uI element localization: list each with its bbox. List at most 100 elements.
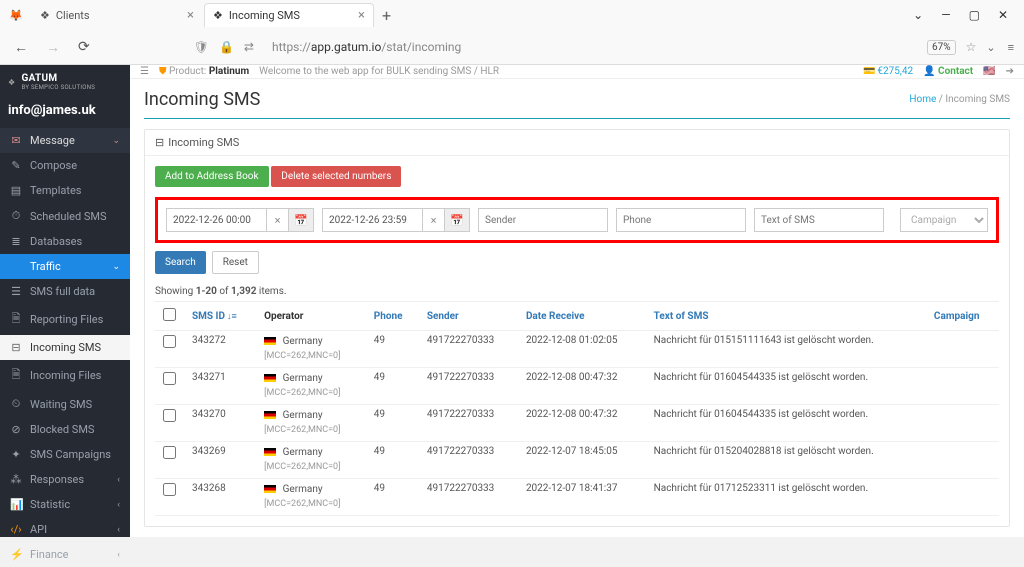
close-window-icon[interactable]: ✕	[998, 8, 1008, 22]
col-date[interactable]: Date Receive	[518, 302, 646, 331]
permissions-icon[interactable]: ⇄	[244, 40, 254, 54]
sidebar-finance[interactable]: ⚡Finance‹	[0, 542, 130, 567]
clear-icon[interactable]: ×	[266, 208, 288, 232]
date-to-input[interactable]	[322, 208, 422, 232]
sidebar-incoming-sms[interactable]: ⊟Incoming SMS	[0, 335, 130, 360]
sidebar-databases[interactable]: ≣Databases	[0, 229, 130, 254]
cell-sender: 491722270333	[419, 442, 518, 479]
flag-de-icon	[264, 337, 276, 345]
select-all-checkbox[interactable]	[163, 308, 176, 321]
back-button[interactable]: ←	[10, 37, 32, 58]
main-content: ☰ ⛊ Product: Platinum Welcome to the web…	[130, 65, 1024, 537]
sidebar-waiting[interactable]: ⏲Waiting SMS	[0, 391, 130, 417]
breadcrumb-home[interactable]: Home	[909, 94, 936, 105]
close-icon[interactable]: ×	[358, 8, 365, 23]
menu-toggle-icon[interactable]: ☰	[140, 66, 149, 77]
new-tab-button[interactable]: +	[376, 6, 397, 25]
maximize-icon[interactable]: ▢	[969, 8, 980, 22]
language-flag-icon[interactable]: 🇺🇸	[983, 66, 995, 77]
sidebar-compose[interactable]: ✎Compose	[0, 153, 130, 178]
cell-phone: 49	[366, 479, 419, 516]
calendar-icon[interactable]: 📅	[444, 208, 470, 232]
bookmark-icon[interactable]: ☆	[966, 40, 977, 54]
shield-icon[interactable]: 🛡	[194, 40, 209, 54]
balance[interactable]: €275,42	[863, 66, 913, 77]
sender-input[interactable]	[478, 208, 608, 232]
sidebar-api[interactable]: ‹/›API‹	[0, 517, 130, 542]
phone-input[interactable]	[616, 208, 746, 232]
delete-selected-button[interactable]: Delete selected numbers	[271, 166, 401, 187]
row-checkbox[interactable]	[163, 372, 176, 385]
sidebar-incoming-files[interactable]: 🗎Incoming Files	[0, 360, 130, 391]
address-bar[interactable]: https://app.gatum.io/stat/incoming	[264, 34, 917, 60]
file-icon: 🗎	[10, 366, 22, 385]
contact-link[interactable]: 👤 Contact	[923, 66, 973, 77]
table-header-row: SMS ID↓≡ Operator Phone Sender Date Rece…	[155, 302, 999, 331]
tab-clients[interactable]: ❖ Clients ×	[32, 4, 202, 27]
col-campaign[interactable]: Campaign	[926, 302, 999, 331]
cell-date: 2022-12-07 18:41:37	[518, 479, 646, 516]
row-checkbox[interactable]	[163, 409, 176, 422]
tab-incoming-sms[interactable]: ❖ Incoming SMS ×	[204, 3, 374, 27]
reload-button[interactable]: ⟳	[74, 37, 94, 57]
close-icon[interactable]: ×	[187, 8, 194, 23]
reset-button[interactable]: Reset	[212, 251, 259, 274]
cell-operator: Germany[MCC=262,MNC=0]	[256, 405, 366, 442]
menu-icon[interactable]: ≡	[1008, 41, 1014, 54]
sidebar-responses[interactable]: ⁂Responses‹	[0, 467, 130, 492]
logout-icon[interactable]: ➔	[1006, 66, 1014, 77]
cell-text: Nachricht für 01712523311 ist gelöscht w…	[646, 479, 926, 516]
zoom-indicator[interactable]: 67%	[927, 40, 956, 55]
cell-date: 2022-12-07 18:45:05	[518, 442, 646, 479]
cell-campaign	[926, 331, 999, 368]
file-icon: 🗎	[10, 310, 22, 329]
sidebar-scheduled[interactable]: ⏱Scheduled SMS	[0, 203, 130, 229]
col-text[interactable]: Text of SMS	[646, 302, 926, 331]
chevron-down-icon: ⌄	[112, 136, 120, 146]
product-label: ⛊ Product: Platinum	[159, 66, 249, 77]
row-checkbox[interactable]	[163, 335, 176, 348]
row-checkbox[interactable]	[163, 446, 176, 459]
clock-icon: ⏱	[10, 209, 22, 223]
sidebar-sms-full[interactable]: ☰SMS full data	[0, 279, 130, 304]
sidebar-blocked[interactable]: ⊘Blocked SMS	[0, 417, 130, 442]
clear-icon[interactable]: ×	[422, 208, 444, 232]
col-smsid[interactable]: SMS ID↓≡	[184, 302, 256, 331]
minimize-icon[interactable]: —	[941, 8, 950, 22]
pocket-icon[interactable]: ⌄	[986, 41, 995, 54]
results-summary: Showing 1-20 of 1,392 items.	[155, 282, 999, 301]
inbox-icon: ⊟	[10, 341, 22, 354]
col-phone[interactable]: Phone	[366, 302, 419, 331]
responses-icon: ⁂	[10, 473, 22, 486]
sidebar-message[interactable]: ✉ Message ⌄	[0, 128, 130, 153]
col-sender[interactable]: Sender	[419, 302, 518, 331]
campaign-select[interactable]: Campaign	[900, 208, 988, 232]
firefox-icon: 🦊	[6, 5, 26, 25]
chevron-left-icon: ‹	[117, 500, 120, 510]
cell-smsid: 343270	[184, 405, 256, 442]
text-input[interactable]	[754, 208, 884, 232]
forward-button[interactable]: →	[42, 37, 64, 58]
cell-text: Nachricht für 01604544335 ist gelöscht w…	[646, 405, 926, 442]
sidebar-traffic[interactable]: Traffic ⌄	[0, 254, 130, 279]
sidebar-statistic[interactable]: 📊Statistic‹	[0, 492, 130, 517]
cell-smsid: 343271	[184, 368, 256, 405]
browser-chrome: 🦊 ❖ Clients × ❖ Incoming SMS × + ⌄ — ▢ ✕…	[0, 0, 1024, 65]
date-from-input[interactable]	[166, 208, 266, 232]
sidebar: ❖ GATUM BY SEMPICO SOLUTIONS info@james.…	[0, 65, 130, 537]
lock-icon[interactable]: 🔒	[219, 40, 234, 54]
cell-smsid: 343272	[184, 331, 256, 368]
date-to-group: × 📅	[322, 208, 470, 232]
table-row: 343272 Germany[MCC=262,MNC=0]49491722270…	[155, 331, 999, 368]
sidebar-reporting[interactable]: 🗎Reporting Files	[0, 304, 130, 335]
envelope-icon: ✉	[10, 134, 22, 147]
add-to-address-book-button[interactable]: Add to Address Book	[155, 166, 269, 187]
sidebar-campaigns[interactable]: ✦SMS Campaigns	[0, 442, 130, 467]
sidebar-templates[interactable]: ▤Templates	[0, 178, 130, 203]
calendar-icon[interactable]: 📅	[288, 208, 314, 232]
chart-icon: 📊	[10, 498, 22, 511]
search-button[interactable]: Search	[155, 251, 206, 274]
cell-date: 2022-12-08 00:47:32	[518, 368, 646, 405]
row-checkbox[interactable]	[163, 483, 176, 496]
chevron-down-icon[interactable]: ⌄	[913, 8, 923, 22]
